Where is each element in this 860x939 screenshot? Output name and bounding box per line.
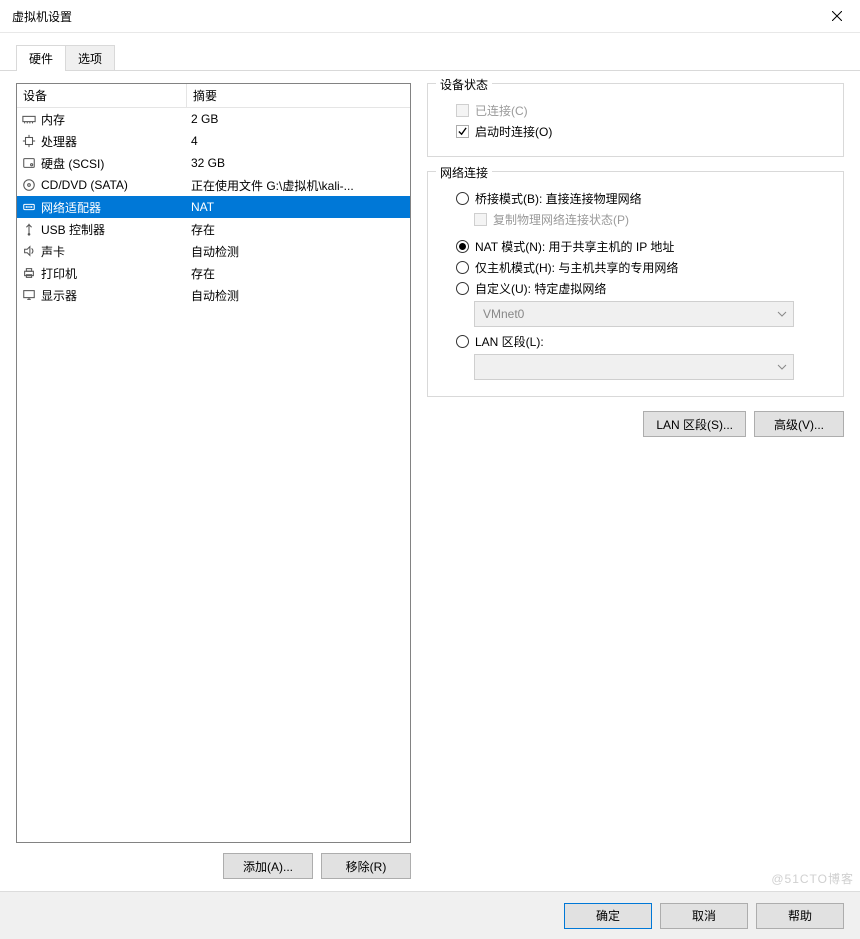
close-icon: [832, 11, 842, 21]
device-name: 显示器: [41, 287, 77, 304]
group-network-title: 网络连接: [436, 164, 492, 181]
device-row[interactable]: 内存 2 GB: [17, 108, 410, 130]
label-replicate: 复制物理网络连接状态(P): [493, 211, 629, 228]
tab-options[interactable]: 选项: [65, 45, 115, 71]
chevron-down-icon: [777, 311, 787, 317]
device-name: 网络适配器: [41, 199, 101, 216]
disk-icon: [21, 155, 37, 171]
device-summary: 自动检测: [187, 243, 410, 260]
device-table-header: 设备 摘要: [17, 84, 410, 108]
row-lan[interactable]: LAN 区段(L):: [456, 333, 831, 350]
window-title: 虚拟机设置: [12, 8, 814, 25]
add-button[interactable]: 添加(A)...: [223, 853, 313, 879]
device-rows: 内存 2 GB 处理器 4 硬盘 (SCSI) 32 GB CD/DVD (SA…: [17, 108, 410, 842]
checkbox-connect-at-power-on[interactable]: [456, 125, 469, 138]
combo-lan-segment: [474, 354, 794, 380]
device-name: 内存: [41, 111, 65, 128]
advanced-button[interactable]: 高级(V)...: [754, 411, 844, 437]
device-row[interactable]: 硬盘 (SCSI) 32 GB: [17, 152, 410, 174]
device-summary: 2 GB: [187, 112, 410, 126]
device-name: 处理器: [41, 133, 77, 150]
combo-custom-vmnet: VMnet0: [474, 301, 794, 327]
row-custom[interactable]: 自定义(U): 特定虚拟网络: [456, 280, 831, 297]
label-hostonly: 仅主机模式(H): 与主机共享的专用网络: [475, 259, 678, 276]
tab-strip: 硬件 选项: [0, 33, 860, 71]
radio-hostonly[interactable]: [456, 261, 469, 274]
device-name: 硬盘 (SCSI): [41, 155, 104, 172]
group-device-status: 设备状态 已连接(C) 启动时连接(O): [427, 83, 844, 157]
device-row[interactable]: CD/DVD (SATA) 正在使用文件 G:\虚拟机\kali-...: [17, 174, 410, 196]
device-row[interactable]: 打印机 存在: [17, 262, 410, 284]
remove-button[interactable]: 移除(R): [321, 853, 411, 879]
radio-nat[interactable]: [456, 240, 469, 253]
radio-custom[interactable]: [456, 282, 469, 295]
usb-icon: [21, 221, 37, 237]
printer-icon: [21, 265, 37, 281]
ok-button[interactable]: 确定: [564, 903, 652, 929]
row-connected: 已连接(C): [456, 102, 831, 119]
device-summary: 存在: [187, 221, 410, 238]
sound-icon: [21, 243, 37, 259]
checkbox-replicate: [474, 213, 487, 226]
chevron-down-icon: [777, 364, 787, 370]
device-summary: 正在使用文件 G:\虚拟机\kali-...: [187, 177, 410, 194]
device-row[interactable]: 声卡 自动检测: [17, 240, 410, 262]
checkbox-connected: [456, 104, 469, 117]
group-network-connection: 网络连接 桥接模式(B): 直接连接物理网络 复制物理网络连接状态(P) NAT…: [427, 171, 844, 397]
label-connect-at-power-on: 启动时连接(O): [475, 123, 552, 140]
device-summary: 自动检测: [187, 287, 410, 304]
device-name: 声卡: [41, 243, 65, 260]
dialog-footer: 确定 取消 帮助: [0, 891, 860, 939]
column-header-summary[interactable]: 摘要: [187, 84, 410, 107]
row-bridged[interactable]: 桥接模式(B): 直接连接物理网络: [456, 190, 831, 207]
close-button[interactable]: [814, 0, 860, 33]
network-icon: [21, 199, 37, 215]
check-icon: [458, 127, 467, 136]
label-nat: NAT 模式(N): 用于共享主机的 IP 地址: [475, 238, 674, 255]
content-area: 设备 摘要 内存 2 GB 处理器 4 硬盘 (SCSI) 32 GB CD/D…: [0, 71, 860, 891]
memory-icon: [21, 111, 37, 127]
title-bar: 虚拟机设置: [0, 0, 860, 33]
group-device-status-title: 设备状态: [436, 76, 492, 93]
device-summary: 存在: [187, 265, 410, 282]
row-hostonly[interactable]: 仅主机模式(H): 与主机共享的专用网络: [456, 259, 831, 276]
left-column: 设备 摘要 内存 2 GB 处理器 4 硬盘 (SCSI) 32 GB CD/D…: [16, 83, 411, 879]
label-lan: LAN 区段(L):: [475, 333, 544, 350]
device-table: 设备 摘要 内存 2 GB 处理器 4 硬盘 (SCSI) 32 GB CD/D…: [16, 83, 411, 843]
display-icon: [21, 287, 37, 303]
device-summary: 4: [187, 134, 410, 148]
label-custom: 自定义(U): 特定虚拟网络: [475, 280, 606, 297]
label-bridged: 桥接模式(B): 直接连接物理网络: [475, 190, 642, 207]
device-row[interactable]: USB 控制器 存在: [17, 218, 410, 240]
cd-icon: [21, 177, 37, 193]
column-header-device[interactable]: 设备: [17, 84, 187, 107]
device-summary: NAT: [187, 200, 410, 214]
combo-custom-value: VMnet0: [483, 307, 524, 321]
device-row[interactable]: 处理器 4: [17, 130, 410, 152]
lan-segments-button[interactable]: LAN 区段(S)...: [643, 411, 746, 437]
device-name: USB 控制器: [41, 221, 105, 238]
tab-hardware[interactable]: 硬件: [16, 45, 66, 71]
cancel-button[interactable]: 取消: [660, 903, 748, 929]
device-name: 打印机: [41, 265, 77, 282]
radio-lan[interactable]: [456, 335, 469, 348]
cpu-icon: [21, 133, 37, 149]
left-button-bar: 添加(A)... 移除(R): [16, 843, 411, 879]
right-button-bar: LAN 区段(S)... 高级(V)...: [427, 411, 844, 437]
right-column: 设备状态 已连接(C) 启动时连接(O) 网络连接 桥接模式(B): 直接连接物…: [427, 83, 844, 879]
device-row[interactable]: 显示器 自动检测: [17, 284, 410, 306]
label-connected: 已连接(C): [475, 102, 528, 119]
radio-bridged[interactable]: [456, 192, 469, 205]
device-name: CD/DVD (SATA): [41, 178, 128, 192]
row-replicate: 复制物理网络连接状态(P): [474, 211, 831, 228]
row-nat[interactable]: NAT 模式(N): 用于共享主机的 IP 地址: [456, 238, 831, 255]
help-button[interactable]: 帮助: [756, 903, 844, 929]
row-connect-at-power-on[interactable]: 启动时连接(O): [456, 123, 831, 140]
device-summary: 32 GB: [187, 156, 410, 170]
device-row[interactable]: 网络适配器 NAT: [17, 196, 410, 218]
